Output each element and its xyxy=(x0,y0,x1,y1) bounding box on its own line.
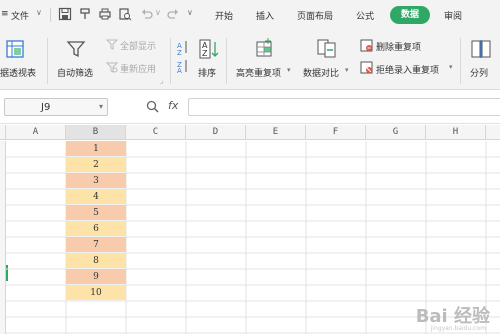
undo-icon[interactable] xyxy=(140,7,154,21)
reapply-icon xyxy=(106,62,118,73)
show-all-icon xyxy=(106,39,118,50)
reject-duplicates-button[interactable]: 拒绝录入重复项 xyxy=(376,63,439,76)
column-header-g[interactable]: G xyxy=(366,125,426,140)
column-header-c[interactable]: C xyxy=(126,125,186,140)
svg-text:Z: Z xyxy=(202,49,208,58)
column-header-f[interactable]: F xyxy=(306,125,366,140)
tab-insert[interactable]: 插入 xyxy=(256,9,274,22)
reject-dropdown-icon[interactable]: ▾ xyxy=(449,63,453,71)
formula-input[interactable] xyxy=(188,98,500,116)
print-preview-icon[interactable] xyxy=(118,7,132,21)
menu-divider xyxy=(50,8,51,22)
cell-b9[interactable]: 9 xyxy=(66,269,126,285)
column-header-e[interactable]: E xyxy=(246,125,306,140)
pivot-table-label[interactable]: 据透视表 xyxy=(0,66,36,79)
sort-label[interactable]: 排序 xyxy=(198,66,216,79)
svg-text:A: A xyxy=(177,67,182,74)
save-icon[interactable] xyxy=(58,7,72,21)
cell-b7[interactable]: 7 xyxy=(66,237,126,253)
formula-bar: J9 ▾ fx xyxy=(0,90,500,124)
highlight-duplicates-label[interactable]: 高亮重复项 xyxy=(236,66,281,79)
reapply-button[interactable]: 重新应用 xyxy=(120,62,156,75)
svg-text:Z: Z xyxy=(177,49,182,57)
cell-b1[interactable]: 1 xyxy=(66,141,126,157)
split-columns-label[interactable]: 分列 xyxy=(470,66,488,79)
zoom-search-icon[interactable] xyxy=(146,100,159,113)
highlight-duplicates-icon[interactable] xyxy=(254,37,276,59)
reject-duplicates-icon[interactable] xyxy=(360,61,373,74)
filter-icon[interactable] xyxy=(65,38,87,60)
watermark-url: jingyan.baidu.com xyxy=(430,325,486,332)
autofilter-label[interactable]: 自动筛选 xyxy=(57,66,93,79)
ribbon-divider xyxy=(47,38,48,84)
filter-group-launcher-icon[interactable]: ⌟ xyxy=(160,77,163,85)
ribbon-divider xyxy=(170,38,171,84)
column-header-h[interactable]: H xyxy=(426,125,486,140)
format-painter-icon[interactable] xyxy=(78,7,92,21)
file-menu[interactable]: 文件 xyxy=(11,9,29,22)
sort-icon[interactable]: A Z xyxy=(198,38,220,60)
split-columns-icon[interactable] xyxy=(470,38,492,60)
ribbon-divider xyxy=(460,38,461,84)
tab-page-layout[interactable]: 页面布局 xyxy=(297,9,333,22)
cell-b5[interactable]: 5 xyxy=(66,205,126,221)
remove-duplicates-button[interactable]: 删除重复项 xyxy=(376,40,421,53)
name-box-dropdown-icon[interactable]: ▾ xyxy=(99,102,103,111)
undo-dropdown-icon[interactable]: ∨ xyxy=(155,8,161,17)
column-header-i[interactable] xyxy=(486,125,500,140)
column-header-a[interactable]: A xyxy=(6,125,66,140)
cell-b6[interactable]: 6 xyxy=(66,221,126,237)
column-header-d[interactable]: D xyxy=(186,125,246,140)
cell-b2[interactable]: 2 xyxy=(66,157,126,173)
cell-b3[interactable]: 3 xyxy=(66,173,126,189)
show-all-button[interactable]: 全部显示 xyxy=(120,39,156,52)
tab-review[interactable]: 审阅 xyxy=(444,9,462,22)
fx-icon[interactable]: fx xyxy=(168,99,178,112)
cell-b4[interactable]: 4 xyxy=(66,189,126,205)
sort-ascending-icon[interactable]: A Z Z A xyxy=(176,38,190,74)
remove-duplicates-icon[interactable] xyxy=(360,39,373,52)
tab-formulas[interactable]: 公式 xyxy=(356,9,374,22)
data-compare-label[interactable]: 数据对比 xyxy=(303,66,339,79)
pivot-table-icon[interactable] xyxy=(4,38,26,60)
data-compare-icon[interactable] xyxy=(316,37,338,59)
print-icon[interactable] xyxy=(98,7,112,21)
cell-b10[interactable]: 10 xyxy=(66,285,126,301)
cell-b8[interactable]: 8 xyxy=(66,253,126,269)
menu-more-icon[interactable]: ≡ xyxy=(1,9,9,19)
tab-data[interactable]: 数据 xyxy=(390,6,430,24)
name-box[interactable]: J9 ▾ xyxy=(4,98,108,116)
tab-home[interactable]: 开始 xyxy=(215,9,233,22)
quick-access-more-icon[interactable]: ∨ xyxy=(187,8,193,17)
ribbon-divider xyxy=(226,38,227,84)
column-header-b[interactable]: B xyxy=(66,125,126,140)
highlight-dropdown-icon[interactable]: ▾ xyxy=(287,66,291,74)
menu-bar: ≡ 文件 ∨ ∨ ∨ 开始 插入 页面布局 公式 数据 审阅 xyxy=(0,0,500,30)
compare-dropdown-icon[interactable]: ▾ xyxy=(345,66,349,74)
redo-icon[interactable] xyxy=(166,7,180,21)
cell-reference: J9 xyxy=(41,102,51,113)
ribbon-data: 据透视表 自动筛选 全部显示 重新应用 ⌟ A Z Z A A Z 排序 高亮重… xyxy=(0,30,500,90)
file-chevron-down-icon[interactable]: ∨ xyxy=(36,8,42,17)
